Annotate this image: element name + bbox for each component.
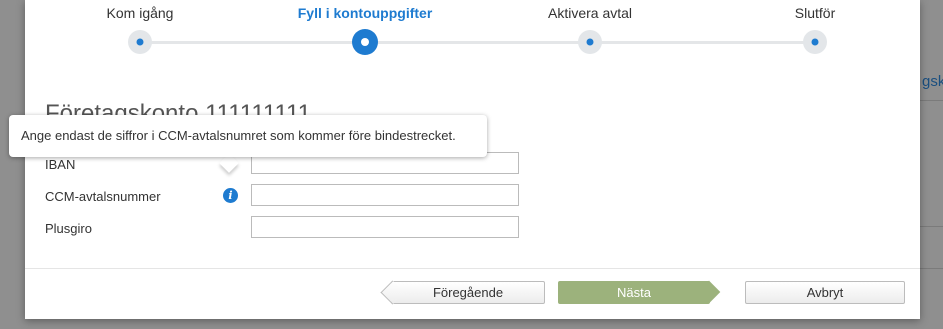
stepper-track (140, 41, 815, 44)
background-divider (920, 226, 943, 227)
background-link-text: gsk (922, 73, 943, 90)
next-button-label: Nästa (617, 285, 651, 300)
cancel-button[interactable]: Avbryt (745, 281, 905, 304)
step-dot-slutfor (803, 30, 827, 54)
step-dot-kom-igang (128, 30, 152, 54)
plusgiro-label: Plusgiro (45, 221, 92, 236)
cancel-button-label: Avbryt (806, 285, 844, 300)
next-button[interactable]: Nästa (558, 281, 710, 304)
background-divider (920, 268, 943, 269)
footer-divider (25, 268, 920, 269)
background-divider (920, 100, 943, 101)
step-label-aktivera-avtal: Aktivera avtal (547, 5, 633, 21)
ccm-avtalsnummer-input[interactable] (251, 184, 519, 206)
info-icon[interactable]: i (223, 188, 238, 203)
step-label-fyll-i-kontouppgifter: Fyll i kontouppgifter (297, 5, 433, 21)
previous-button-label: Föregående (432, 285, 504, 300)
step-label-kom-igang: Kom igång (106, 5, 174, 21)
ccm-avtalsnummer-label: CCM-avtalsnummer (45, 189, 161, 204)
step-label-slutfor: Slutför (794, 5, 836, 21)
step-dot-aktivera-avtal (578, 30, 602, 54)
step-dot-fyll-i-kontouppgifter (352, 29, 378, 55)
iban-label: IBAN (45, 157, 76, 172)
plusgiro-input[interactable] (251, 216, 519, 238)
previous-button[interactable]: Föregående (391, 281, 545, 304)
wizard-dialog: Kom igång Fyll i kontouppgifter Aktivera… (9, 0, 920, 319)
info-tooltip: Ange endast de siffror i CCM-avtalsnumre… (9, 115, 487, 157)
